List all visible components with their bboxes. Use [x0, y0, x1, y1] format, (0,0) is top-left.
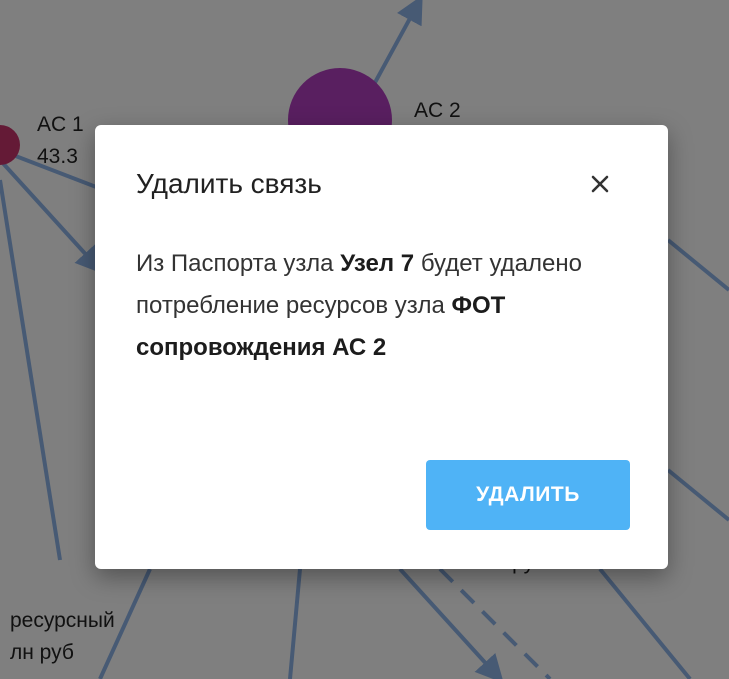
node-name: Узел 7 [340, 250, 415, 277]
message-text: Из Паспорта узла [136, 250, 341, 277]
close-button[interactable] [583, 167, 617, 201]
dialog-title: Удалить связь [136, 168, 322, 199]
delete-link-dialog: Удалить связь Из Паспорта узла Узел 7 бу… [95, 125, 668, 569]
close-icon [591, 175, 609, 193]
delete-button[interactable]: УДАЛИТЬ [426, 460, 630, 530]
dialog-message: Из Паспорта узла Узел 7 будет удалено по… [136, 243, 636, 369]
